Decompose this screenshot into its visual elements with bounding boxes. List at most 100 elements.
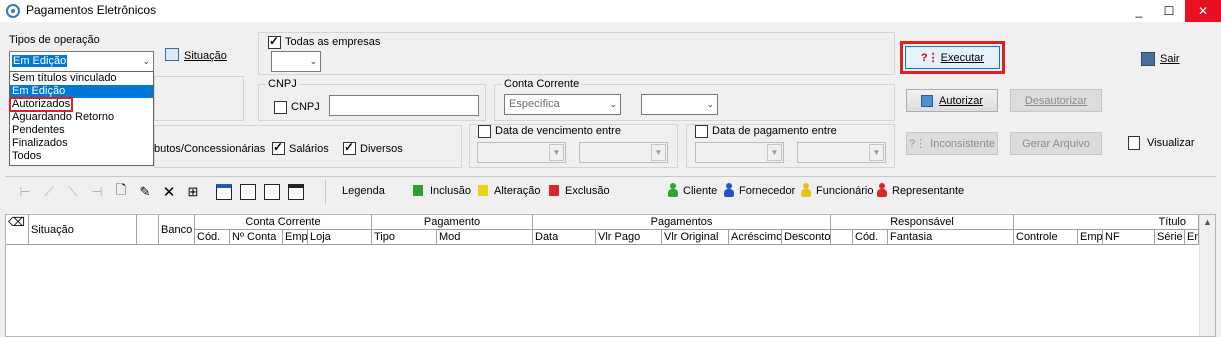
col-vlr-original[interactable]: Vlr Original <box>662 230 729 245</box>
dropdown-arrow-icon: ▼ <box>869 144 884 161</box>
vertical-scrollbar[interactable]: ▲ <box>1199 215 1215 336</box>
col-serie[interactable]: Série <box>1155 230 1185 245</box>
list-item[interactable]: Finalizados <box>10 137 153 150</box>
legend-fornecedor: Fornecedor <box>739 185 796 197</box>
visualizar-button[interactable]: Visualizar <box>1147 137 1195 149</box>
left-empty-group <box>154 76 244 121</box>
executar-button[interactable]: ?⋮ Executar <box>905 46 1000 69</box>
dropdown-arrow-icon: ▼ <box>549 144 564 161</box>
situacao-button[interactable]: Situação <box>184 50 227 62</box>
dropdown-arrow-icon: ▼ <box>767 144 782 161</box>
vencimento-fim-input[interactable]: ▼ <box>579 142 668 163</box>
group-titulo: Título <box>1014 215 1199 230</box>
list-item[interactable]: Todos <box>10 150 153 163</box>
minimize-button[interactable]: _ <box>1124 0 1154 22</box>
col-emp-titulo[interactable]: Emp <box>1078 230 1103 245</box>
list-item[interactable]: Em Edição <box>10 85 153 98</box>
diversos-checkbox[interactable] <box>343 140 356 155</box>
sair-button[interactable]: Sair <box>1160 53 1180 65</box>
col-banco[interactable]: Banco <box>159 215 195 245</box>
col-num-conta[interactable]: Nº Conta <box>230 230 283 245</box>
conta-corrente-combo-2[interactable]: ⌄ <box>641 94 718 115</box>
col-loja[interactable]: Loja <box>308 230 372 245</box>
list-item[interactable]: Sem títulos vinculado <box>10 72 153 85</box>
checklist-2-icon[interactable] <box>264 184 280 200</box>
desautorizar-label: Desautorizar <box>1024 94 1088 107</box>
window-icon[interactable] <box>216 184 232 200</box>
payments-grid[interactable]: ⌫ Situação Banco Conta Corrente Pagament… <box>5 214 1216 337</box>
title-bar: Pagamentos Eletrônicos _ ☐ ✕ <box>0 0 1221 22</box>
window-2-icon[interactable] <box>288 184 304 200</box>
chevron-down-icon: ⌄ <box>142 56 150 66</box>
list-item[interactable]: Pendentes <box>10 124 153 137</box>
delete-icon[interactable]: ✕ <box>162 184 176 201</box>
legend-exclusao: Exclusão <box>565 185 610 197</box>
pagamento-checkbox[interactable] <box>695 125 708 138</box>
salarios-checkbox[interactable] <box>272 140 285 155</box>
col-situacao[interactable]: Situação <box>29 215 137 245</box>
properties-icon[interactable]: ⊞ <box>185 184 201 200</box>
chevron-down-icon: ⌄ <box>309 56 317 66</box>
new-document-icon[interactable]: 🗋 <box>114 182 128 200</box>
conta-corrente-combo[interactable]: Específica ⌄ <box>504 94 621 115</box>
pagamento-fim-input[interactable]: ▼ <box>797 142 886 163</box>
group-responsavel: Responsável <box>831 215 1014 230</box>
exit-icon[interactable] <box>1141 52 1155 66</box>
inconsistente-label: Inconsistente <box>930 137 995 150</box>
col-mod[interactable]: Mod <box>437 230 533 245</box>
col-cod[interactable]: Cód. <box>195 230 230 245</box>
col-controle[interactable]: Controle <box>1014 230 1078 245</box>
legend-alteracao: Alteração <box>494 185 541 197</box>
flag-red-icon <box>549 185 559 196</box>
situacao-icon[interactable] <box>165 48 179 61</box>
cnpj-input[interactable] <box>329 95 479 116</box>
maximize-button[interactable]: ☐ <box>1154 0 1184 22</box>
scroll-up-icon[interactable]: ▲ <box>1203 217 1212 227</box>
col-cod-resp[interactable]: Cód. <box>853 230 888 245</box>
vencimento-label: Data de vencimento entre <box>495 125 623 137</box>
tipos-dropdown-list: Sem títulos vinculado Em Edição Autoriza… <box>8 71 154 166</box>
person-yellow-icon <box>801 183 811 198</box>
flag-green-icon <box>413 185 423 196</box>
todas-empresas-checkbox[interactable] <box>268 34 281 49</box>
tipos-label: Tipos de operação <box>9 34 100 46</box>
cnpj-group-label: CNPJ <box>266 78 299 90</box>
col-desconto[interactable]: Desconto <box>782 230 831 245</box>
legend-title: Legenda <box>342 185 385 197</box>
col-fantasia[interactable]: Fantasia <box>888 230 1014 245</box>
col-en[interactable]: En <box>1185 230 1199 245</box>
tipos-combo[interactable]: Em Edição ⌄ <box>9 51 154 72</box>
last-record-icon[interactable]: ⊣ <box>90 184 104 200</box>
col-tipo[interactable]: Tipo <box>372 230 437 245</box>
close-button[interactable]: ✕ <box>1185 0 1221 22</box>
list-item[interactable]: Aguardando Retorno <box>10 111 153 124</box>
first-record-icon[interactable]: ⊢ <box>18 184 32 200</box>
vencimento-checkbox[interactable] <box>478 125 491 138</box>
col-data[interactable]: Data <box>533 230 596 245</box>
col-vlr-pago[interactable]: Vlr Pago <box>596 230 662 245</box>
list-item[interactable]: Autorizados <box>8 97 74 112</box>
empresa-combo[interactable]: ⌄ <box>271 51 321 72</box>
edit-document-icon[interactable]: ✎ <box>137 184 153 200</box>
legend-inclusao: Inclusão <box>430 185 471 197</box>
salarios-label: Salários <box>289 143 329 155</box>
col-nf[interactable]: NF <box>1103 230 1155 245</box>
col-acrescimo[interactable]: Acréscimo <box>729 230 782 245</box>
prev-record-icon[interactable]: ⟋ <box>42 184 56 200</box>
pagamento-inicio-input[interactable]: ▼ <box>695 142 784 163</box>
checklist-icon[interactable] <box>240 184 256 200</box>
person-red-icon <box>877 183 887 198</box>
gerar-arquivo-button[interactable]: Gerar Arquivo <box>1010 132 1102 155</box>
vencimento-inicio-input[interactable]: ▼ <box>477 142 566 163</box>
inconsistente-button[interactable]: ?⋮ Inconsistente <box>906 132 998 155</box>
col-emp[interactable]: Emp <box>283 230 308 245</box>
autorizar-button[interactable]: Autorizar <box>906 89 998 112</box>
eraser-icon[interactable]: ⌫ <box>6 215 29 245</box>
autorizar-icon <box>920 94 933 107</box>
next-record-icon[interactable]: ⟍ <box>66 184 80 200</box>
toolbar-divider <box>325 180 326 204</box>
desautorizar-button[interactable]: Desautorizar <box>1010 89 1102 112</box>
cnpj-checkbox[interactable] <box>274 101 287 114</box>
visualizar-icon[interactable] <box>1128 136 1140 150</box>
dropdown-arrow-icon: ▼ <box>651 144 666 161</box>
